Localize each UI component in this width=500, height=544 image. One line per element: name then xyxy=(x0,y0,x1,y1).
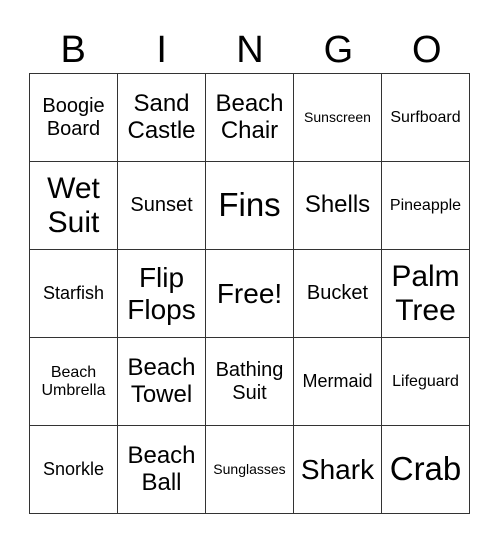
bingo-cell[interactable]: Snorkle xyxy=(30,426,118,514)
free-space[interactable]: Free! xyxy=(206,250,294,338)
header-letter-i: I xyxy=(156,29,167,71)
header-letter-n: N xyxy=(236,29,264,71)
bingo-cell[interactable]: Sunscreen xyxy=(294,74,382,162)
bingo-cell[interactable]: Lifeguard xyxy=(382,338,470,426)
header-letter-b: B xyxy=(60,29,86,71)
bingo-cell[interactable]: Beach Towel xyxy=(118,338,206,426)
bingo-cell[interactable]: Mermaid xyxy=(294,338,382,426)
bingo-cell[interactable]: Beach Umbrella xyxy=(30,338,118,426)
bingo-cell[interactable]: Bucket xyxy=(294,250,382,338)
bingo-cell[interactable]: Crab xyxy=(382,426,470,514)
bingo-cell[interactable]: Shells xyxy=(294,162,382,250)
bingo-cell[interactable]: Beach Ball xyxy=(118,426,206,514)
bingo-cell[interactable]: Pineapple xyxy=(382,162,470,250)
bingo-cell[interactable]: Fins xyxy=(206,162,294,250)
bingo-cell[interactable]: Palm Tree xyxy=(382,250,470,338)
bingo-grid: Boogie Board Sand Castle Beach Chair Sun… xyxy=(29,73,470,514)
bingo-cell[interactable]: Wet Suit xyxy=(30,162,118,250)
bingo-header: B I N G O xyxy=(29,28,471,72)
bingo-cell[interactable]: Sand Castle xyxy=(118,74,206,162)
header-letter-g: G xyxy=(323,29,354,71)
bingo-cell[interactable]: Sunset xyxy=(118,162,206,250)
bingo-cell[interactable]: Flip Flops xyxy=(118,250,206,338)
bingo-cell[interactable]: Shark xyxy=(294,426,382,514)
bingo-cell[interactable]: Bathing Suit xyxy=(206,338,294,426)
bingo-cell[interactable]: Surfboard xyxy=(382,74,470,162)
header-letter-o: O xyxy=(412,29,442,71)
bingo-cell[interactable]: Boogie Board xyxy=(30,74,118,162)
bingo-cell[interactable]: Starfish xyxy=(30,250,118,338)
bingo-cell[interactable]: Sunglasses xyxy=(206,426,294,514)
bingo-cell[interactable]: Beach Chair xyxy=(206,74,294,162)
